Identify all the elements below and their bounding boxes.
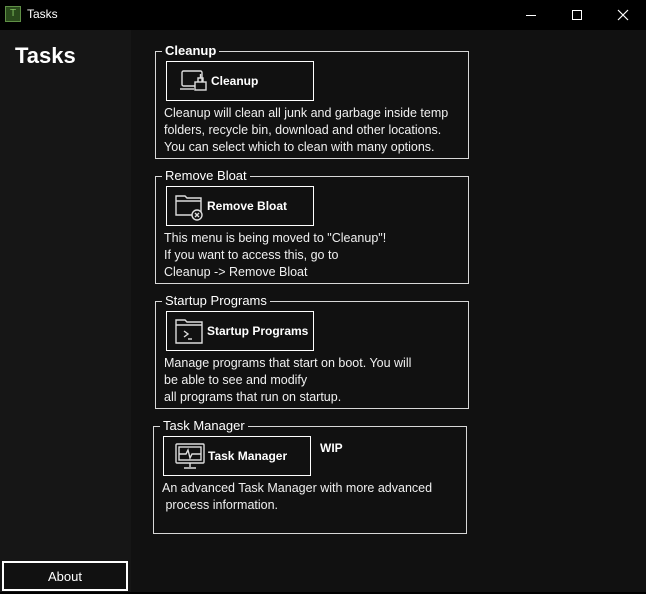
close-button[interactable] (600, 0, 646, 30)
task-manager-group: Task Manager Task Manager WIP An advance… (153, 418, 467, 534)
laptop-brush-icon (177, 66, 209, 96)
wip-badge: WIP (320, 441, 343, 455)
remove-bloat-group: Remove Bloat Remove Bloat This menu is b… (155, 168, 469, 284)
app-icon: T (5, 6, 21, 22)
group-legend: Task Manager (160, 418, 248, 434)
task-manager-button-label: Task Manager (208, 449, 288, 463)
group-legend: Cleanup (162, 43, 220, 59)
group-legend: Startup Programs (162, 293, 270, 309)
maximize-button[interactable] (554, 0, 600, 30)
minimize-icon (526, 14, 536, 16)
group-legend: Remove Bloat (162, 168, 250, 184)
task-manager-description: An advanced Task Manager with more advan… (162, 481, 433, 512)
about-button[interactable]: About (2, 561, 128, 591)
title-bar: T Tasks (0, 0, 646, 30)
startup-programs-button[interactable]: Startup Programs (166, 311, 314, 351)
task-manager-button[interactable]: Task Manager (163, 436, 311, 476)
cleanup-description: Cleanup will clean all junk and garbage … (164, 106, 449, 154)
remove-bloat-button-label: Remove Bloat (207, 199, 288, 213)
startup-programs-button-label: Startup Programs (207, 324, 309, 338)
window-title: Tasks (27, 7, 58, 21)
folder-remove-icon (173, 191, 205, 221)
startup-programs-group: Startup Programs Startup Programs Manage… (155, 293, 469, 409)
cleanup-button[interactable]: Cleanup (166, 61, 314, 101)
cleanup-group: Cleanup Cleanup Cleanup will clean all j… (155, 43, 469, 159)
minimize-button[interactable] (508, 0, 554, 30)
close-icon (617, 9, 629, 21)
startup-programs-description: Manage programs that start on boot. You … (164, 356, 412, 404)
sidebar: Tasks About (0, 30, 131, 594)
main-panel: Cleanup Cleanup Cleanup will clean all j… (131, 30, 646, 592)
page-title: Tasks (15, 43, 76, 68)
remove-bloat-button[interactable]: Remove Bloat (166, 186, 314, 226)
remove-bloat-description: This menu is being moved to "Cleanup"! I… (164, 231, 387, 279)
maximize-icon (572, 10, 582, 20)
cleanup-button-label: Cleanup (211, 74, 259, 88)
monitor-pulse-icon (174, 441, 206, 471)
folder-terminal-icon (173, 316, 205, 346)
